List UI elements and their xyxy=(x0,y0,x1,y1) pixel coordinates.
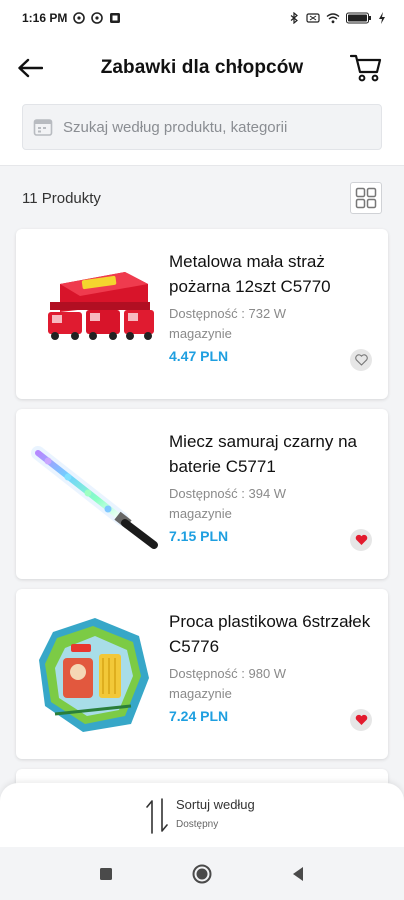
triangle-back-icon xyxy=(293,866,303,881)
results-bar: 11 Produkty xyxy=(0,178,404,218)
page-title: Zabawki dla chłopców xyxy=(100,57,304,78)
home-button[interactable] xyxy=(188,860,216,888)
sort-icon xyxy=(146,798,168,834)
status-right xyxy=(288,12,386,24)
sort-label: Sortuj według xyxy=(176,797,255,812)
product-title: Metalowa mała straż pożarna 12szt C5770 xyxy=(169,252,331,296)
status-time: 1:16 PM xyxy=(22,11,68,25)
square-icon xyxy=(100,867,112,880)
sim-icon xyxy=(306,13,320,23)
app-notification-icon xyxy=(110,13,121,23)
product-image xyxy=(26,249,164,379)
battery-icon xyxy=(346,12,371,24)
charging-icon xyxy=(379,12,385,24)
product-stock: Dostępność : 980 W magazynie xyxy=(169,666,287,701)
heart-filled-icon xyxy=(355,534,367,545)
product-stock: Dostępność : 394 W magazynie xyxy=(169,486,287,521)
home-circle-icon xyxy=(192,864,212,883)
calendar-icon xyxy=(33,119,53,136)
sort-value: Dostępny xyxy=(176,819,219,830)
favorite-button[interactable] xyxy=(350,709,372,731)
product-price: 7.15 PLN xyxy=(169,528,229,544)
status-left: 1:16 PM xyxy=(22,11,121,25)
fire-truck-image xyxy=(48,272,154,340)
product-stock: Dostępność : 732 W magazynie xyxy=(169,306,287,341)
product-image xyxy=(26,429,164,559)
favorite-button[interactable] xyxy=(350,349,372,371)
product-price: 4.47 PLN xyxy=(169,348,229,364)
system-nav-bar xyxy=(0,847,404,900)
back-nav-button[interactable] xyxy=(284,860,312,888)
cart-icon xyxy=(350,54,382,82)
product-card[interactable]: Metalowa mała straż pożarna 12szt C5770 … xyxy=(16,229,388,399)
grid-view-button[interactable] xyxy=(350,182,382,214)
bluetooth-icon xyxy=(290,12,298,24)
product-title: Miecz samuraj czarny na baterie C5771 xyxy=(169,432,358,476)
recents-button[interactable] xyxy=(92,860,120,888)
product-price: 7.24 PLN xyxy=(169,708,229,724)
heart-outline-icon xyxy=(354,354,368,366)
grid-icon xyxy=(355,187,377,209)
product-count: 11 Produkty xyxy=(22,189,101,207)
status-bar: 1:16 PM xyxy=(0,0,404,36)
notification-icon xyxy=(73,12,86,24)
favorite-button[interactable] xyxy=(350,529,372,551)
product-card[interactable]: Proca plastikowa 6strzałek C5776 Dostępn… xyxy=(16,589,388,759)
sword-image xyxy=(31,446,158,549)
slingshot-image xyxy=(39,618,149,732)
search-section xyxy=(0,100,404,166)
back-button[interactable] xyxy=(14,52,46,84)
cart-button[interactable] xyxy=(348,50,384,86)
app-header: Zabawki dla chłopców xyxy=(0,36,404,100)
product-image xyxy=(26,609,164,739)
sort-button[interactable]: Sortuj według Dostępny xyxy=(146,793,286,837)
arrow-left-icon xyxy=(18,58,43,78)
wifi-icon xyxy=(326,13,340,24)
notification-icon xyxy=(91,12,104,24)
search-input[interactable] xyxy=(63,118,363,136)
sort-bar: Sortuj według Dostępny xyxy=(0,783,404,847)
search-box[interactable] xyxy=(22,104,382,150)
heart-filled-icon xyxy=(355,714,367,725)
product-title: Proca plastikowa 6strzałek C5776 xyxy=(169,612,371,656)
product-card[interactable]: Miecz samuraj czarny na baterie C5771 Do… xyxy=(16,409,388,579)
